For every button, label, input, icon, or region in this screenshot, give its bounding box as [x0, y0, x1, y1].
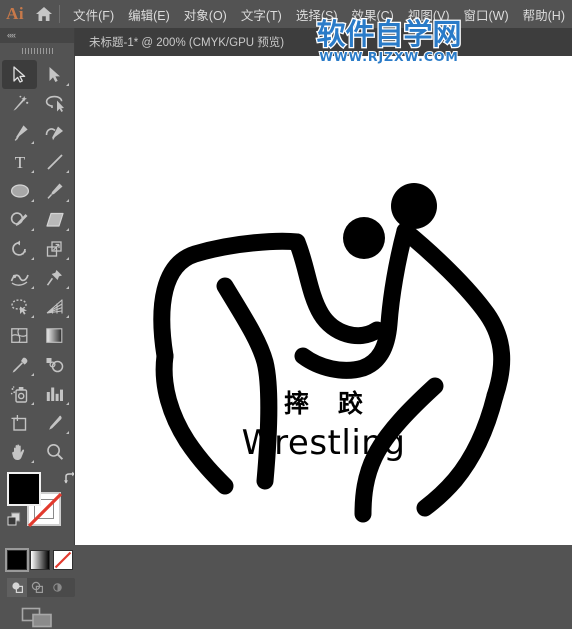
column-graph-tool[interactable]	[37, 379, 72, 408]
mesh-tool[interactable]	[2, 321, 37, 350]
rotate-icon	[11, 240, 29, 258]
lasso-icon	[45, 95, 64, 113]
drawing-modes	[7, 578, 75, 597]
warp-icon	[10, 269, 30, 287]
ellipse-icon	[10, 183, 30, 199]
bar-graph-icon	[45, 385, 64, 402]
gradient-swatch-button[interactable]	[30, 550, 50, 570]
menu-edit[interactable]: 编辑(E)	[121, 1, 177, 28]
home-icon[interactable]	[30, 0, 57, 28]
zoom-tool[interactable]	[37, 437, 72, 466]
perspective-grid-icon	[45, 298, 64, 315]
svg-text:T: T	[14, 153, 25, 170]
type-t-icon: T	[12, 153, 28, 170]
symbol-sprayer-tool[interactable]	[2, 379, 37, 408]
menu-object[interactable]: 对象(O)	[177, 1, 234, 28]
menu-bar: Ai 文件(F) 编辑(E) 对象(O) 文字(T) 选择(S) 效果(C) 视…	[0, 0, 572, 28]
gradient-icon	[45, 327, 64, 344]
eyedropper-icon	[11, 356, 29, 374]
magic-wand-icon	[11, 95, 29, 113]
line-icon	[46, 153, 64, 171]
color-swatch-button[interactable]	[7, 550, 27, 570]
document-tab-bar: 未标题-1* @ 200% (CMYK/GPU 预览)	[75, 28, 572, 56]
menu-items: 文件(F) 编辑(E) 对象(O) 文字(T) 选择(S) 效果(C) 视图(V…	[66, 1, 572, 28]
eyedropper-tool[interactable]	[2, 350, 37, 379]
change-screen-mode-icon[interactable]	[0, 607, 75, 629]
menu-type[interactable]: 文字(T)	[234, 1, 289, 28]
menu-view[interactable]: 视图(V)	[401, 1, 457, 28]
artboard-tool[interactable]	[2, 408, 37, 437]
hand-icon	[10, 443, 29, 461]
draw-inside-mode-button[interactable]	[47, 578, 67, 597]
rotate-tool[interactable]	[2, 234, 37, 263]
line-segment-tool[interactable]	[37, 147, 72, 176]
hand-tool[interactable]	[2, 437, 37, 466]
direct-selection-tool[interactable]	[37, 60, 72, 89]
fill-type-row	[7, 550, 75, 570]
arrow-direct-icon	[48, 66, 61, 83]
magic-wand-tool[interactable]	[2, 89, 37, 118]
blend-icon	[45, 356, 64, 373]
paintbrush-icon	[46, 182, 64, 200]
paintbrush-tool[interactable]	[37, 176, 72, 205]
selection-tool[interactable]	[2, 60, 37, 89]
menu-select[interactable]: 选择(S)	[289, 1, 345, 28]
draw-behind-mode-button[interactable]	[27, 578, 47, 597]
menu-help[interactable]: 帮助(H)	[516, 1, 572, 28]
eraser-tool[interactable]	[37, 205, 72, 234]
figure-head-left	[343, 217, 385, 259]
menubar-divider	[59, 5, 61, 23]
knife-icon	[46, 414, 64, 432]
menu-file[interactable]: 文件(F)	[66, 1, 121, 28]
curvature-tool[interactable]	[37, 118, 72, 147]
curvature-icon	[45, 124, 65, 142]
symbol-sprayer-icon	[10, 385, 29, 403]
eraser-icon	[45, 212, 65, 228]
perspective-grid-tool[interactable]	[37, 292, 72, 321]
canvas-area[interactable]: 摔 跤 Wrestling	[75, 56, 572, 545]
fill-stroke-controls	[7, 471, 79, 540]
menu-effect[interactable]: 效果(C)	[344, 1, 400, 28]
shape-builder-icon	[10, 298, 30, 315]
pushpin-icon	[46, 269, 63, 287]
slice-tool[interactable]	[37, 408, 72, 437]
pen-icon	[11, 124, 29, 142]
scale-icon	[46, 240, 64, 258]
scale-tool[interactable]	[37, 234, 72, 263]
illustrator-window: Ai 文件(F) 编辑(E) 对象(O) 文字(T) 选择(S) 效果(C) 视…	[0, 0, 572, 628]
tools-panel-edge	[74, 28, 75, 545]
tools-panel-grip[interactable]	[0, 43, 75, 58]
artwork-label-cn: 摔 跤	[284, 389, 373, 418]
artboard-icon	[10, 414, 29, 432]
width-warp-tool[interactable]	[2, 263, 37, 292]
default-fill-stroke-icon[interactable]	[7, 512, 22, 532]
artwork-label-en: Wrestling	[241, 423, 406, 463]
shape-builder-tool[interactable]	[2, 292, 37, 321]
figure-head-right	[391, 183, 437, 229]
swap-fill-stroke-icon[interactable]	[63, 471, 78, 491]
fill-swatch[interactable]	[7, 472, 41, 506]
ellipse-tool[interactable]	[2, 176, 37, 205]
type-tool[interactable]: T	[2, 147, 37, 176]
tools-panel-header: ««	[0, 28, 75, 43]
app-logo: Ai	[6, 4, 25, 23]
none-swatch-button[interactable]	[53, 550, 73, 570]
arrow-solid-icon	[13, 66, 26, 83]
collapse-panel-button[interactable]: ««	[7, 31, 16, 40]
document-tab[interactable]: 未标题-1* @ 200% (CMYK/GPU 预览)	[75, 28, 298, 56]
mesh-icon	[10, 327, 29, 344]
tool-grid: T	[2, 60, 74, 466]
lasso-tool[interactable]	[37, 89, 72, 118]
shaper-pencil-icon	[10, 211, 29, 229]
pen-tool[interactable]	[2, 118, 37, 147]
draw-normal-mode-button[interactable]	[7, 578, 27, 597]
shaper-tool[interactable]	[2, 205, 37, 234]
menu-window[interactable]: 窗口(W)	[457, 1, 516, 28]
wrestling-pictogram[interactable]	[75, 56, 572, 545]
tools-panel: «« T	[0, 28, 76, 628]
blend-tool[interactable]	[37, 350, 72, 379]
magnifier-icon	[46, 443, 64, 461]
free-transform-tool[interactable]	[37, 263, 72, 292]
gradient-tool[interactable]	[37, 321, 72, 350]
